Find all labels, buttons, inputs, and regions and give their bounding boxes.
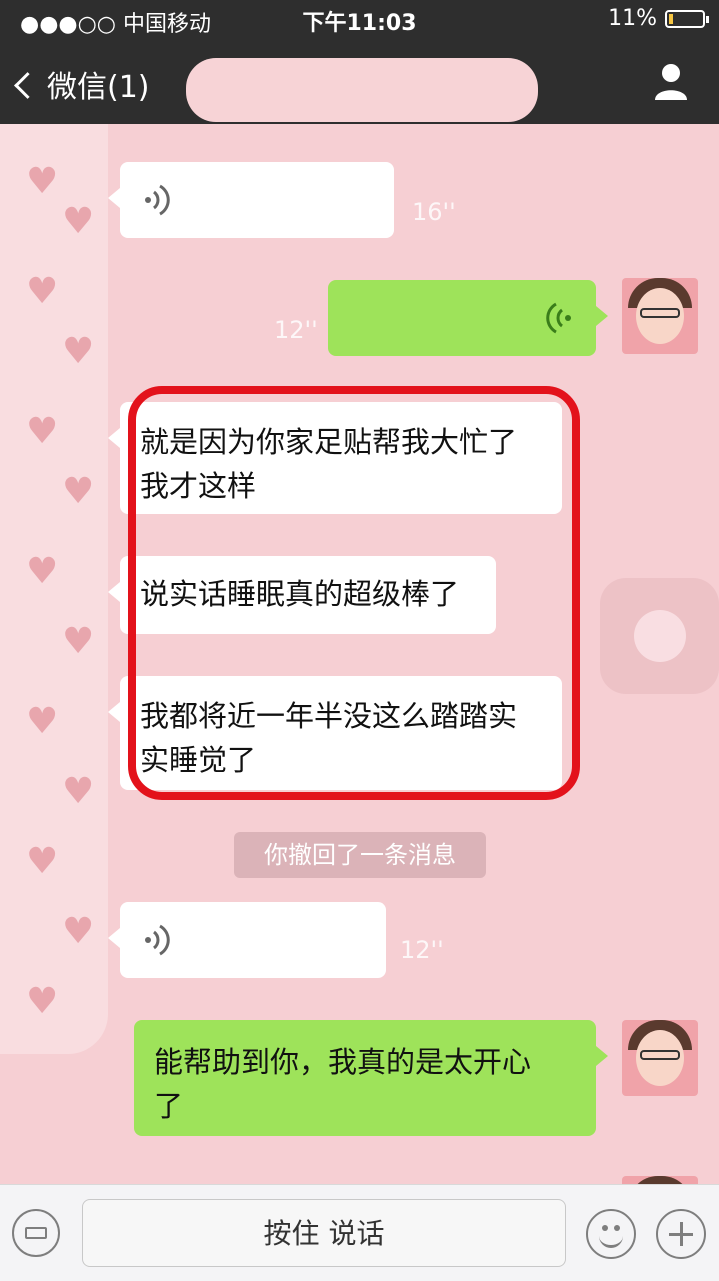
highlight-frame (128, 386, 580, 800)
hold-to-talk-button[interactable]: 按住 说话 (82, 1199, 566, 1267)
heart-icon: ♥ (62, 471, 95, 512)
heart-icon: ♥ (26, 841, 59, 882)
battery-icon (665, 10, 709, 28)
assistive-touch-button[interactable] (600, 578, 719, 694)
text-message-sent[interactable]: 能帮助到你，我真的是太开心 了 (134, 1020, 608, 1136)
heart-icon: ♥ (62, 331, 95, 372)
self-avatar[interactable] (622, 1020, 698, 1096)
heart-icon: ♥ (26, 411, 59, 452)
heart-icon: ♥ (26, 551, 59, 592)
battery-percent: 11% (608, 6, 657, 31)
back-label: 微信(1) (47, 70, 150, 105)
back-button[interactable]: 微信(1) (14, 62, 150, 106)
voice-icon (546, 302, 571, 334)
plus-icon[interactable] (656, 1209, 706, 1259)
voice-message-sent[interactable] (328, 280, 608, 356)
voice-duration: 12'' (274, 316, 318, 344)
emoji-icon[interactable] (586, 1209, 636, 1259)
avatar-mask: ♥ ♥ ♥ ♥ ♥ ♥ ♥ ♥ ♥ ♥ ♥ ♥ ♥ (0, 124, 108, 1054)
voice-duration: 16'' (412, 198, 456, 226)
voice-message-received[interactable] (108, 902, 386, 978)
heart-icon: ♥ (62, 621, 95, 662)
heart-icon: ♥ (26, 161, 59, 202)
heart-icon: ♥ (26, 981, 59, 1022)
voice-duration: 12'' (400, 936, 444, 964)
message-text: 了 (154, 1089, 184, 1123)
heart-icon: ♥ (62, 911, 95, 952)
self-avatar[interactable] (622, 278, 698, 354)
contact-name-mask (186, 58, 538, 122)
message-text: 能帮助到你，我真的是太开心 (154, 1045, 532, 1079)
voice-message-received[interactable] (108, 162, 394, 238)
nav-bar: 微信(1) (0, 40, 719, 124)
heart-icon: ♥ (62, 771, 95, 812)
chevron-left-icon (14, 71, 41, 99)
input-bar: 按住 说话 (0, 1184, 719, 1281)
keyboard-icon[interactable] (12, 1209, 60, 1257)
heart-icon: ♥ (26, 271, 59, 312)
voice-icon (145, 924, 170, 956)
heart-icon: ♥ (26, 701, 59, 742)
heart-icon: ♥ (62, 201, 95, 242)
chat-area[interactable]: ♥ ♥ ♥ ♥ ♥ ♥ ♥ ♥ ♥ ♥ ♥ ♥ ♥ 16'' 12'' 就是因为… (0, 124, 719, 1184)
status-bar: ●●●○○ 中国移动 下午11:03 11% (0, 0, 719, 40)
self-avatar[interactable] (622, 1176, 698, 1184)
person-icon[interactable] (653, 62, 689, 100)
recall-notice: 你撤回了一条消息 (234, 832, 486, 878)
voice-icon (145, 184, 170, 216)
